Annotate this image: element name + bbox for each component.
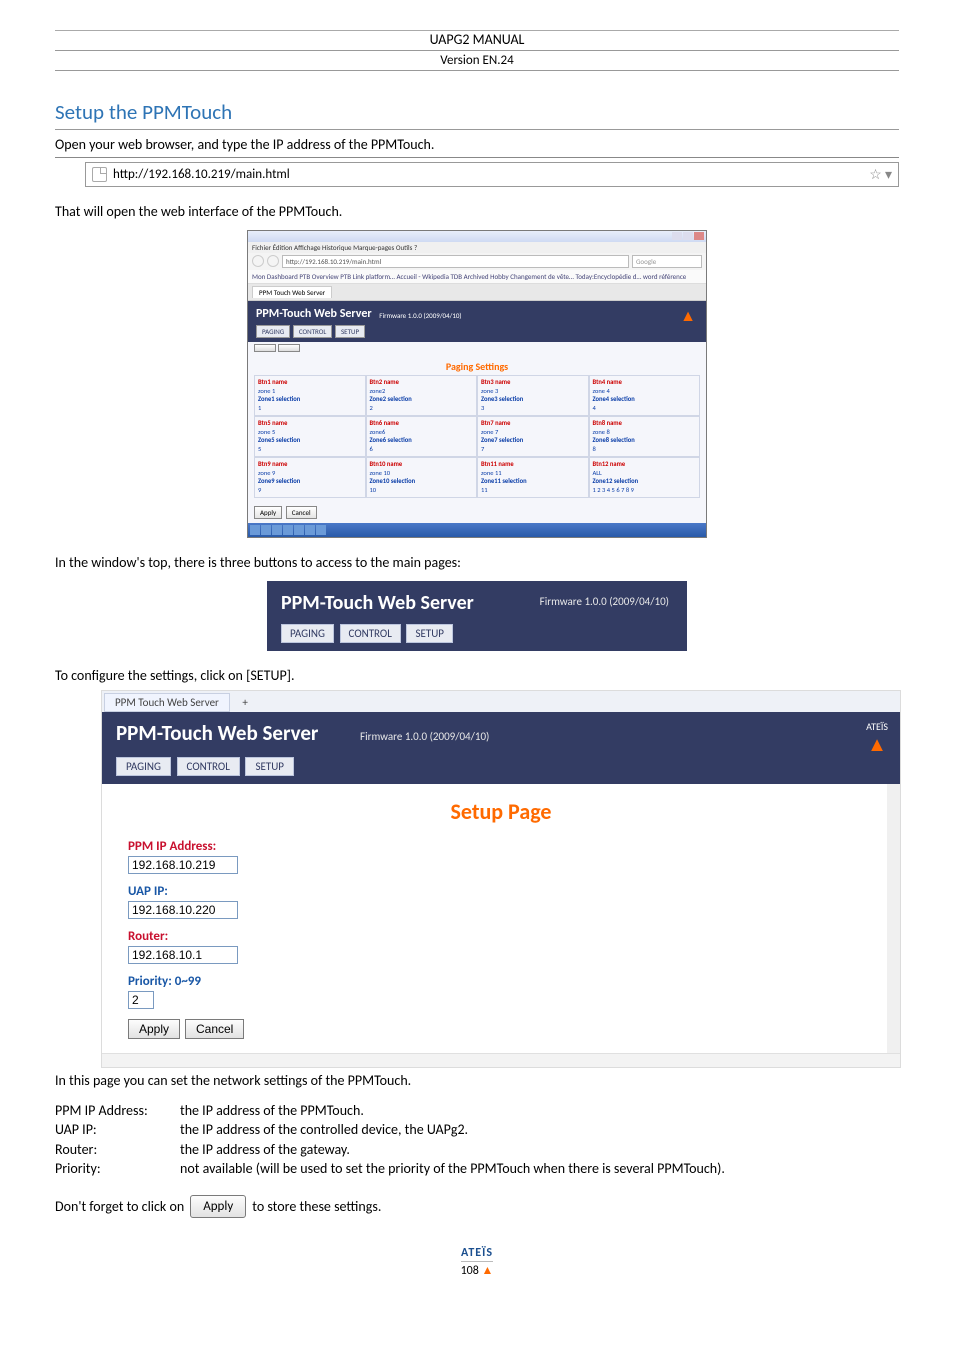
- page-icon: [92, 167, 107, 182]
- paging-cell: Btn9 namezone 9Zone9 selection9: [254, 457, 366, 498]
- definition-row: PPM IP Address:the IP address of the PPM…: [55, 1101, 899, 1121]
- paging-cell: Btn7 namezone 7Zone7 selection7: [477, 416, 589, 457]
- brand-logo-icon: ATEÏS▲: [866, 720, 888, 757]
- apply-button-inline[interactable]: Apply: [190, 1195, 246, 1218]
- def-term: PPM IP Address:: [55, 1101, 180, 1121]
- def-desc: the IP address of the controlled device,…: [180, 1120, 899, 1140]
- doc-version: Version EN.24: [55, 50, 899, 71]
- ppm-ip-label: PPM IP Address:: [128, 839, 874, 854]
- footer-triangle-icon: ▲: [482, 1264, 494, 1278]
- logo-icon: ▲: [680, 307, 696, 326]
- configure-text: To configure the settings, click on [SET…: [55, 667, 899, 686]
- header-strip-figure: PPM-Touch Web Server Firmware 1.0.0 (200…: [267, 581, 687, 651]
- dont-forget-before: Don't forget to click on: [55, 1198, 184, 1215]
- paging-cell: Btn12 nameALLZone12 selection1 2 3 4 5 6…: [589, 457, 701, 498]
- ws-firmware: Firmware 1.0.0 (2009/04/10): [379, 311, 461, 320]
- ws-title: PPM-Touch Web Server: [256, 307, 372, 321]
- sf-tab-control: CONTROL: [177, 757, 240, 776]
- router-input[interactable]: [128, 946, 238, 964]
- def-term: UAP IP:: [55, 1120, 180, 1140]
- setup-cancel-button[interactable]: Cancel: [185, 1019, 244, 1039]
- setup-apply-button[interactable]: Apply: [128, 1019, 180, 1039]
- dont-forget-after: to store these settings.: [252, 1198, 381, 1215]
- hs-tab-paging: PAGING: [281, 624, 334, 643]
- forward-icon: [267, 255, 279, 267]
- definition-row: UAP IP:the IP address of the controlled …: [55, 1120, 899, 1140]
- def-term: Router:: [55, 1140, 180, 1160]
- paging-title: Paging Settings: [248, 356, 706, 375]
- tab-paging: PAGING: [256, 325, 290, 338]
- section-title: Setup the PPMTouch: [55, 99, 899, 130]
- uap-ip-label: UAP IP:: [128, 884, 874, 899]
- sfh-firmware: Firmware 1.0.0 (2009/04/10): [360, 730, 489, 743]
- uap-ip-input[interactable]: [128, 901, 238, 919]
- def-desc: not available (will be used to set the p…: [180, 1159, 899, 1179]
- def-desc: the IP address of the PPMTouch.: [180, 1101, 899, 1121]
- url-text: http://192.168.10.219/main.html: [113, 167, 869, 182]
- in-this-page-text: In this page you can set the network set…: [55, 1072, 899, 1091]
- scrollbar[interactable]: [887, 784, 900, 1053]
- cancel-button: Cancel: [286, 506, 317, 519]
- address-field: http://192.168.10.219/main.html: [282, 255, 629, 268]
- after-url-text: That will open the web interface of the …: [55, 203, 899, 222]
- search-field: Google: [632, 255, 702, 268]
- setup-page-figure: PPM Touch Web Server + PPM-Touch Web Ser…: [101, 690, 901, 1068]
- sf-tab-paging: PAGING: [116, 757, 171, 776]
- def-desc: the IP address of the gateway.: [180, 1140, 899, 1160]
- page-number: 108: [461, 1264, 479, 1278]
- priority-input[interactable]: [128, 991, 154, 1009]
- definition-row: Router:the IP address of the gateway.: [55, 1140, 899, 1160]
- paging-cell: Btn5 namezone 5Zone5 selection5: [254, 416, 366, 457]
- setup-page-title: Setup Page: [102, 784, 900, 835]
- paging-cell: Btn6 namezone6Zone6 selection6: [366, 416, 478, 457]
- sf-tab-setup: SETUP: [245, 757, 294, 776]
- browser-menu: Fichier Édition Affichage Historique Mar…: [248, 242, 706, 253]
- window-top-text: In the window's top, there is three butt…: [55, 554, 899, 573]
- paging-cell: Btn8 namezone 8Zone8 selection8: [589, 416, 701, 457]
- sf-tab: PPM Touch Web Server: [104, 693, 230, 712]
- browser-screenshot: Fichier Édition Affichage Historique Mar…: [247, 230, 707, 538]
- apply-button: Apply: [254, 506, 282, 519]
- paging-cell: Btn2 namezone2Zone2 selection2: [366, 375, 478, 416]
- back-icon: [252, 255, 264, 267]
- sf-tab-plus: +: [232, 694, 257, 711]
- paging-cell: Btn10 namezone 10Zone10 selection10: [366, 457, 478, 498]
- priority-label: Priority: 0~99: [128, 974, 874, 989]
- paging-cell: Btn1 namezone 1Zone1 selection1: [254, 375, 366, 416]
- tab-setup: SETUP: [335, 325, 365, 338]
- router-label: Router:: [128, 929, 874, 944]
- hs-firmware: Firmware 1.0.0 (2009/04/10): [540, 595, 669, 608]
- tab-control: CONTROL: [293, 325, 333, 338]
- def-term: Priority:: [55, 1159, 180, 1179]
- url-bar: http://192.168.10.219/main.html ☆ ▾: [85, 162, 899, 187]
- hs-tab-control: CONTROL: [340, 624, 401, 643]
- footer-brand: ATEÏS: [55, 1246, 899, 1260]
- browser-tab: PPM Touch Web Server: [252, 286, 332, 298]
- hs-tab-setup: SETUP: [406, 624, 453, 643]
- star-icon: ☆ ▾: [869, 166, 892, 183]
- hs-title: PPM-Touch Web Server: [281, 591, 474, 615]
- paging-cell: Btn4 namezone 4Zone4 selection4: [589, 375, 701, 416]
- paging-cell: Btn11 namezone 11Zone11 selection11: [477, 457, 589, 498]
- doc-title: UAPG2 MANUAL: [55, 31, 899, 48]
- ppm-ip-input[interactable]: [128, 856, 238, 874]
- definition-row: Priority:not available (will be used to …: [55, 1159, 899, 1179]
- paging-cell: Btn3 namezone 3Zone3 selection3: [477, 375, 589, 416]
- bookmarks-bar: Mon Dashboard PTB Overview PTB Link plat…: [248, 270, 706, 284]
- sfh-title: PPM-Touch Web Server: [116, 720, 318, 746]
- intro-text: Open your web browser, and type the IP a…: [55, 136, 899, 158]
